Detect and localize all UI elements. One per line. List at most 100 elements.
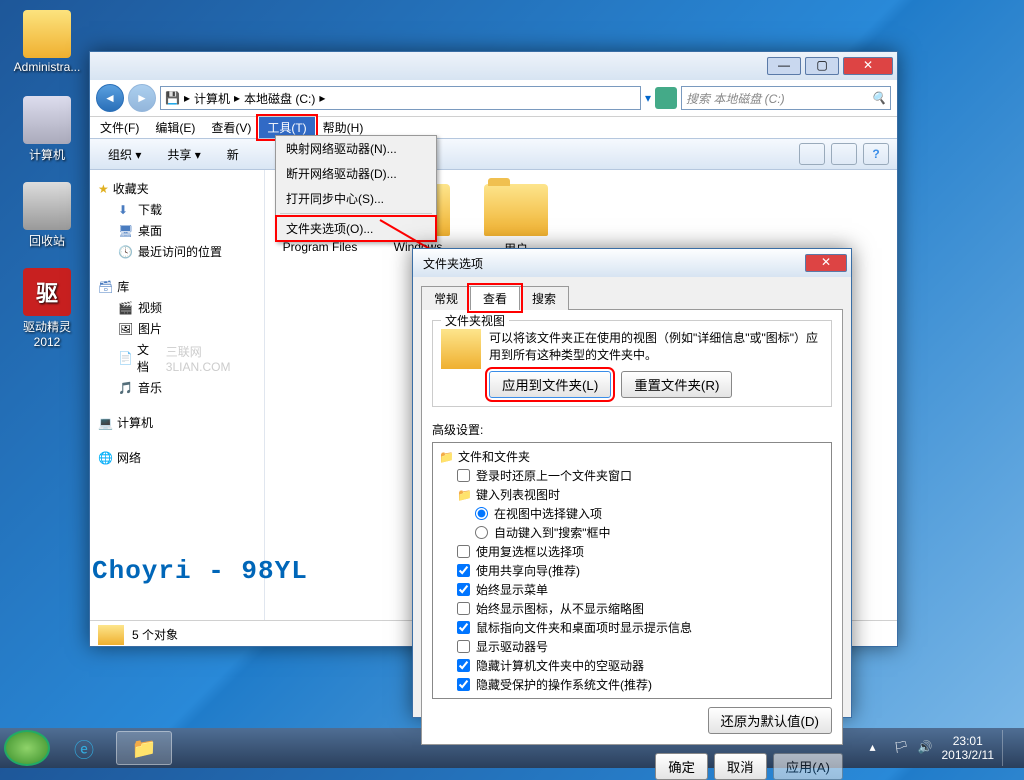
cancel-button[interactable]: 取消	[714, 753, 767, 780]
sidebar-item-music[interactable]: 🎵音乐	[94, 377, 260, 398]
advanced-setting-item[interactable]: 隐藏受保护的操作系统文件(推荐)	[439, 675, 825, 694]
desktop-icon-computer[interactable]: 计算机	[12, 96, 82, 163]
advanced-setting-item[interactable]: 显示驱动器号	[439, 637, 825, 656]
checkbox[interactable]	[457, 545, 470, 558]
sidebar-network[interactable]: 🌐网络	[94, 447, 260, 468]
view-mode-button[interactable]	[799, 143, 825, 165]
folder-item[interactable]: 用户	[471, 184, 561, 257]
video-icon: 🎬	[118, 301, 134, 315]
menu-map-drive[interactable]: 映射网络驱动器(N)...	[276, 136, 436, 161]
radio[interactable]	[475, 507, 488, 520]
desktop-icon-label: Administra...	[14, 60, 81, 74]
sidebar-item-recent[interactable]: 🕓最近访问的位置	[94, 241, 260, 262]
advanced-setting-item[interactable]: 始终显示菜单	[439, 580, 825, 599]
checkbox[interactable]	[457, 469, 470, 482]
breadcrumb-item[interactable]: 计算机	[194, 90, 230, 107]
volume-icon[interactable]: 🔊	[918, 740, 934, 756]
advanced-setting-item[interactable]: 隐藏计算机文件夹中的空驱动器	[439, 656, 825, 675]
tab-search[interactable]: 搜索	[519, 286, 569, 310]
advanced-setting-item[interactable]: 在视图中选择键入项	[439, 504, 825, 523]
advanced-setting-item[interactable]: 始终显示图标，从不显示缩略图	[439, 599, 825, 618]
sidebar-computer[interactable]: 💻计算机	[94, 412, 260, 433]
apply-button[interactable]: 应用(A)	[773, 753, 843, 780]
menu-disconnect-drive[interactable]: 断开网络驱动器(D)...	[276, 161, 436, 186]
advanced-list[interactable]: 📁文件和文件夹登录时还原上一个文件夹窗口📁键入列表视图时在视图中选择键入项自动键…	[432, 442, 832, 699]
folder-label: Program Files	[283, 240, 358, 254]
desktop-icon-driver[interactable]: 驱 驱动精灵2012	[12, 268, 82, 349]
help-button[interactable]: ?	[863, 143, 889, 165]
toolbar-new[interactable]: 新	[217, 144, 249, 165]
toolbar-share[interactable]: 共享 ▾	[157, 144, 210, 165]
menu-edit[interactable]: 编辑(E)	[147, 117, 203, 138]
desktop-icon-admin[interactable]: Administra...	[12, 10, 82, 74]
desktop-icon: 🖥	[118, 224, 134, 238]
watermark: Choyri - 98YL	[92, 556, 308, 586]
radio[interactable]	[475, 526, 488, 539]
advanced-setting-item: 📁文件和文件夹	[439, 447, 825, 466]
tab-general[interactable]: 常规	[421, 286, 471, 310]
titlebar[interactable]: — ▢ ✕	[90, 52, 897, 80]
maximize-button[interactable]: ▢	[805, 57, 839, 75]
show-desktop-button[interactable]	[1002, 730, 1012, 766]
computer-icon: 💻	[98, 416, 113, 430]
sidebar-item-desktop[interactable]: 🖥桌面	[94, 220, 260, 241]
advanced-setting-item[interactable]: 鼠标指向文件夹和桌面项时显示提示信息	[439, 618, 825, 637]
checkbox[interactable]	[457, 659, 470, 672]
menu-sync-center[interactable]: 打开同步中心(S)...	[276, 186, 436, 211]
dialog-titlebar[interactable]: 文件夹选项 ✕	[413, 249, 851, 277]
taskbar-explorer[interactable]: 📁	[116, 731, 172, 765]
menu-file[interactable]: 文件(F)	[92, 117, 147, 138]
search-input[interactable]: 搜索 本地磁盘 (C:) 🔍	[681, 86, 891, 110]
checkbox[interactable]	[457, 564, 470, 577]
breadcrumb[interactable]: 💾 ▸ 计算机 ▸ 本地磁盘 (C:) ▸	[160, 86, 641, 110]
tab-view[interactable]: 查看	[470, 286, 520, 310]
checkbox[interactable]	[457, 678, 470, 691]
app-icon: 驱	[23, 268, 71, 316]
status-text: 5 个对象	[132, 626, 178, 643]
advanced-setting-item[interactable]: 使用复选框以选择项	[439, 542, 825, 561]
refresh-button[interactable]	[655, 87, 677, 109]
taskbar-ie[interactable]: ⓔ	[56, 731, 112, 765]
breadcrumb-item[interactable]: 本地磁盘 (C:)	[244, 90, 315, 107]
minimize-button[interactable]: —	[767, 57, 801, 75]
restore-defaults-button[interactable]: 还原为默认值(D)	[708, 707, 832, 734]
tray-arrow-icon[interactable]: ▴	[870, 740, 886, 756]
ok-button[interactable]: 确定	[655, 753, 708, 780]
advanced-setting-item[interactable]: 登录时还原上一个文件夹窗口	[439, 466, 825, 485]
tabs: 常规 查看 搜索	[421, 285, 843, 310]
close-button[interactable]: ✕	[805, 254, 847, 272]
folder-icon: 📁	[439, 450, 454, 464]
ie-icon: ⓔ	[74, 734, 94, 763]
checkbox[interactable]	[457, 583, 470, 596]
advanced-setting-item[interactable]: 使用共享向导(推荐)	[439, 561, 825, 580]
checkbox[interactable]	[457, 621, 470, 634]
toolbar-organize[interactable]: 组织 ▾	[98, 144, 151, 165]
preview-pane-button[interactable]	[831, 143, 857, 165]
sidebar-item-downloads[interactable]: ⬇下载	[94, 199, 260, 220]
sidebar-item-pictures[interactable]: 🖼图片	[94, 318, 260, 339]
desktop-icon-recyclebin[interactable]: 回收站	[12, 182, 82, 249]
pictures-icon: 🖼	[118, 322, 134, 336]
folder-views-group: 文件夹视图 可以将该文件夹正在使用的视图（例如"详细信息"或"图标"）应用到所有…	[432, 320, 832, 407]
advanced-label: 高级设置:	[432, 421, 832, 438]
menu-view[interactable]: 查看(V)	[203, 117, 259, 138]
forward-button[interactable]: ►	[128, 84, 156, 112]
menubar: 文件(F) 编辑(E) 查看(V) 工具(T) 帮助(H)	[90, 116, 897, 138]
checkbox[interactable]	[457, 640, 470, 653]
close-button[interactable]: ✕	[843, 57, 893, 75]
start-button[interactable]	[4, 730, 50, 766]
checkbox[interactable]	[457, 602, 470, 615]
sidebar-favorites[interactable]: ★收藏夹	[94, 178, 260, 199]
advanced-setting-item[interactable]: 自动键入到"搜索"框中	[439, 523, 825, 542]
clock[interactable]: 23:01 2013/2/11	[942, 734, 995, 763]
sidebar-item-video[interactable]: 🎬视频	[94, 297, 260, 318]
back-button[interactable]: ◄	[96, 84, 124, 112]
flag-icon[interactable]: 🏳	[894, 740, 910, 756]
reset-folders-button[interactable]: 重置文件夹(R)	[621, 371, 732, 398]
apply-to-folders-button[interactable]: 应用到文件夹(L)	[489, 371, 611, 398]
sidebar-item-documents[interactable]: 📄文档三联网 3LIAN.COM	[94, 339, 260, 377]
advanced-setting-item: 📁键入列表视图时	[439, 485, 825, 504]
folder-icon	[23, 10, 71, 58]
menu-folder-options[interactable]: 文件夹选项(O)...	[276, 216, 436, 241]
sidebar-libraries[interactable]: 🗃库	[94, 276, 260, 297]
